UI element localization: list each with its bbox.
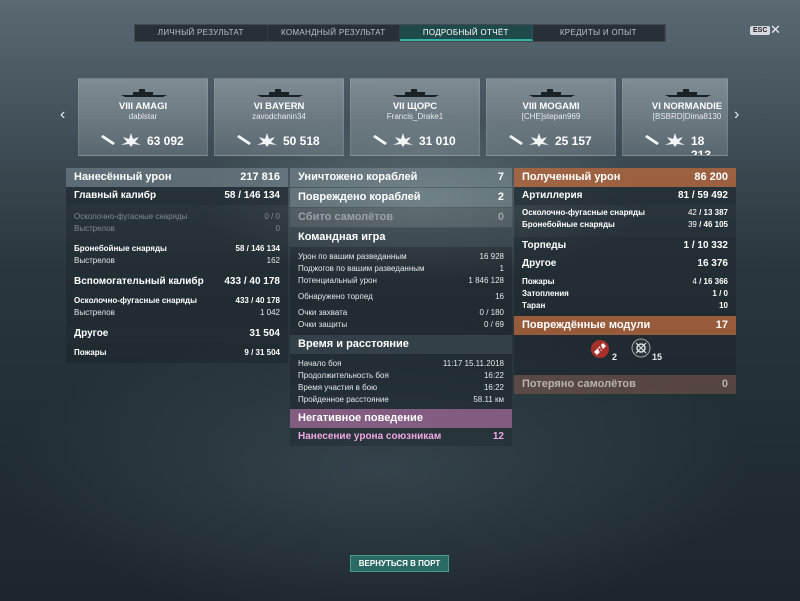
secondary-he-row: Осколочно-фугасные снаряды 433 / 40 178 (74, 296, 280, 305)
received-ap-row: Бронебойные снаряды 39 / 46 105 (522, 220, 728, 229)
dealt-damage-panel: Нанесённый урон 217 816 Главный калибр 5… (66, 168, 288, 363)
torpedoes-row: Торпеды 1 / 10 332 (514, 237, 736, 255)
he-shells-row: Осколочно-фугасные снаряды 0 / 0 (74, 212, 280, 221)
broken-gun-count: 2 (612, 352, 618, 362)
broken-engine-count: 15 (652, 352, 663, 362)
player-name: Francis_Drake1 (386, 112, 444, 121)
team-row: Поджогов по вашим разведанным 1 (298, 264, 504, 273)
ram-row: Таран 10 (522, 301, 728, 310)
flooding-row: Затопления 1 / 0 (522, 289, 728, 298)
player-name: zavodchanin34 (252, 112, 306, 121)
chevron-right-icon[interactable]: › (734, 106, 739, 124)
negative-behavior-header: Негативное поведение (290, 409, 512, 428)
tab-credits-xp[interactable]: КРЕДИТЫ И ОПЫТ (533, 25, 665, 41)
he-shots-row: Выстрелов 0 (74, 224, 280, 233)
dealt-damage-value: 217 816 (240, 171, 280, 183)
destroyed-ships-row: Уничтожено кораблей 7 (290, 168, 512, 187)
time-row: Время участия в бою 16:22 (298, 383, 504, 392)
damaged-ships-row: Повреждено кораблей 2 (290, 188, 512, 207)
team-row: Очки защиты 0 / 69 (298, 320, 504, 329)
ship-damage-value: 50 518 (283, 134, 320, 148)
team-damage-row: Нанесение урона союзникам 12 (290, 428, 512, 446)
team-play-header: Командная игра (290, 228, 512, 247)
time-row: Пройденное расстояние 58.11 км (298, 395, 504, 404)
ship-card[interactable]: VI NORMANDIE [BSBRD]Dima8130 18 213 (622, 78, 728, 156)
time-distance-header: Время и расстояние (290, 335, 512, 354)
ship-damage-value: 31 010 (419, 134, 456, 148)
main-caliber-value: 58 / 146 134 (224, 190, 280, 201)
ship-name: VIII MOGAMI (522, 101, 580, 112)
ship-silhouette-icon (121, 89, 167, 97)
received-other-row: Другое 16 376 (514, 255, 736, 273)
received-he-row: Осколочно-фугасные снаряды 42 / 13 387 (522, 208, 728, 217)
received-damage-panel: Полученный урон 86 200 Артиллерия 81 / 59… (514, 168, 736, 394)
other-damage-row: Другое 31 504 (66, 325, 288, 343)
time-row: Начало боя 11:17 15.11.2018 (298, 359, 504, 368)
ship-name: VIII AMAGI (118, 101, 168, 112)
tab-detailed-report[interactable]: ПОДРОБНЫЙ ОТЧЁТ (400, 25, 533, 41)
ship-card[interactable]: VIII MOGAMI [CHE]stepan969 25 157 (486, 78, 616, 156)
team-row: Очки захвата 0 / 180 (298, 308, 504, 317)
tab-personal-result[interactable]: ЛИЧНЫЙ РЕЗУЛЬТАТ (135, 25, 268, 41)
return-to-port-button[interactable]: ВЕРНУТЬСЯ В ПОРТ (350, 555, 449, 572)
chevron-left-icon[interactable]: ‹ (60, 106, 65, 124)
ship-damage-value: 63 092 (147, 134, 184, 148)
secondary-shots-row: Выстрелов 1 042 (74, 308, 280, 317)
ship-name: VII ЩОРС (392, 101, 438, 112)
ship-silhouette-icon (393, 89, 439, 97)
ship-silhouette-icon (529, 89, 575, 97)
planes-shot-row: Сбито самолётов 0 (290, 208, 512, 227)
close-icon[interactable]: ✕ (770, 22, 781, 38)
ship-silhouette-icon (257, 89, 303, 97)
ap-shots-row: Выстрелов 162 (74, 256, 280, 265)
ship-damage-value: 25 157 (555, 134, 592, 148)
main-caliber-label: Главный калибр (74, 190, 157, 201)
ship-card[interactable]: VIII AMAGI dablstar 63 092 (78, 78, 208, 156)
broken-gun-icon (591, 340, 609, 358)
tab-team-result[interactable]: КОМАНДНЫЙ РЕЗУЛЬТАТ (268, 25, 400, 41)
ship-damage-value: 18 213 (691, 134, 712, 156)
player-name: [CHE]stepan969 (521, 112, 581, 121)
team-row: Урон по вашим разведанным 16 928 (298, 252, 504, 261)
team-row: Потенциальный урон 1 846 128 (298, 276, 504, 285)
module-icons: 2 15 (514, 335, 736, 375)
ship-card[interactable]: VII ЩОРС Francis_Drake1 31 010 (350, 78, 480, 156)
broken-engine-icon (631, 338, 651, 358)
ship-card[interactable]: VI BAYERN zavodchanin34 50 518 (214, 78, 344, 156)
dealt-damage-header: Нанесённый урон 217 816 (66, 168, 288, 187)
received-fires-row: Пожары 4 / 16 366 (522, 277, 728, 286)
player-name: [BSBRD]Dima8130 (652, 112, 722, 121)
report-tabs: ЛИЧНЫЙ РЕЗУЛЬТАТ КОМАНДНЫЙ РЕЗУЛЬТАТ ПОД… (134, 24, 666, 42)
team-row: Обнаружено торпед 16 (298, 292, 504, 301)
received-damage-header: Полученный урон 86 200 (514, 168, 736, 187)
ship-name: VI BAYERN (253, 101, 305, 112)
player-name: dablstar (128, 112, 158, 121)
esc-key-badge[interactable]: ESC (750, 26, 771, 35)
ship-silhouette-icon (665, 89, 711, 97)
ship-name: VI NORMANDIE (651, 101, 723, 112)
ap-shells-row: Бронебойные снаряды 58 / 146 134 (74, 244, 280, 253)
time-row: Продолжительность боя 16:22 (298, 371, 504, 380)
artillery-row: Артиллерия 81 / 59 492 (514, 187, 736, 205)
ships-and-team-panel: Уничтожено кораблей 7 Повреждено кораблей… (290, 168, 512, 446)
dealt-damage-label: Нанесённый урон (74, 171, 172, 183)
main-caliber-row: Главный калибр 58 / 146 134 (66, 187, 288, 205)
damaged-modules-header: Повреждённые модули 17 (514, 316, 736, 335)
planes-lost-row: Потеряно самолётов 0 (514, 375, 736, 394)
secondary-caliber-row: Вспомогательный калибр 433 / 40 178 (66, 273, 288, 291)
fires-row: Пожары 9 / 31 504 (74, 348, 280, 357)
